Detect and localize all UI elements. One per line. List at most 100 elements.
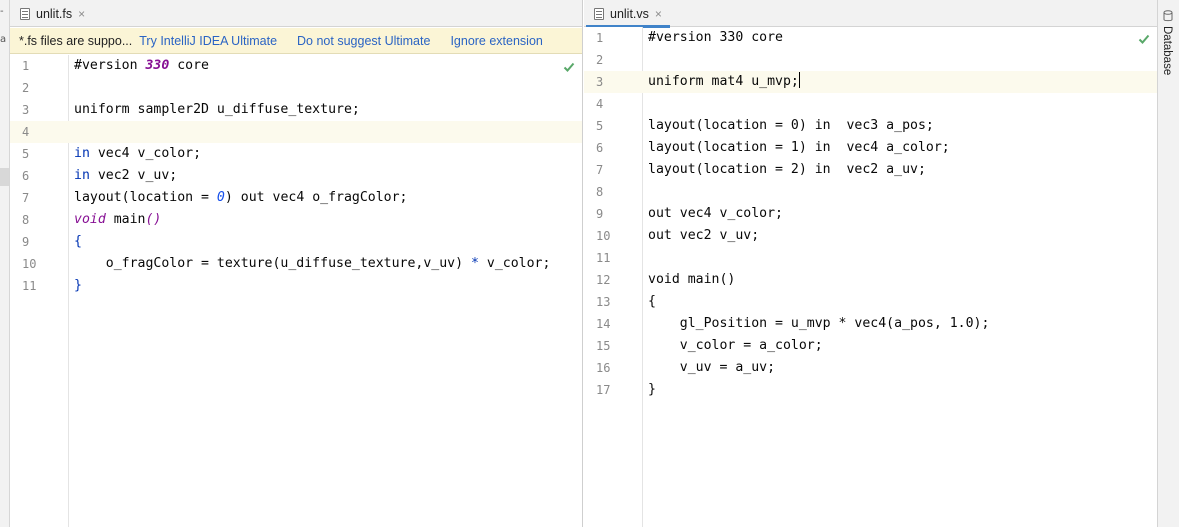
code-text: gl_Position = u_mvp * vec4(a_pos, 1.0); xyxy=(648,313,1157,335)
code-token: out vec4 v_color; xyxy=(648,206,783,221)
code-line[interactable]: 12 void main() xyxy=(584,269,1157,291)
line-number: 12 xyxy=(596,273,611,287)
code-text: out vec2 v_uv; xyxy=(648,225,1157,247)
code-token: v_color; xyxy=(478,256,551,271)
code-text: in vec4 v_color; xyxy=(74,143,582,165)
code-token: void xyxy=(74,212,106,227)
code-line[interactable]: 16 v_uv = a_uv; xyxy=(584,357,1157,379)
code-text: void main() xyxy=(74,209,582,231)
code-line[interactable]: 9{ xyxy=(10,231,582,253)
line-number: 4 xyxy=(596,97,604,111)
code-line[interactable]: 4 xyxy=(584,93,1157,115)
code-token: gl_Position = u_mvp * vec4(a_pos, 1.0); xyxy=(648,316,990,331)
editor-pane-left: unlit.fs × *.fs files are suppo... Try I… xyxy=(10,0,583,527)
line-number: 8 xyxy=(22,213,30,227)
line-number: 7 xyxy=(596,163,604,177)
line-number: 3 xyxy=(596,75,604,89)
left-strip-glyph-2: a xyxy=(0,34,7,45)
code-editor-right[interactable]: 1 #version 330 core 2 3 uniform mat4 u_mvp; 4… xyxy=(584,27,1157,527)
code-line[interactable]: 10 o_fragColor = texture(u_diffuse_textu… xyxy=(10,253,582,275)
try-ultimate-link[interactable]: Try IntelliJ IDEA Ultimate xyxy=(139,34,277,48)
tab-unlit-vs[interactable]: unlit.vs × xyxy=(586,0,670,28)
code-text: v_color = a_color; xyxy=(648,335,1157,357)
code-token: v_color = a_color; xyxy=(648,338,823,353)
code-line[interactable]: 2 xyxy=(584,49,1157,71)
line-number: 14 xyxy=(596,317,611,331)
code-line[interactable]: 5 layout(location = 0) in vec3 a_pos; xyxy=(584,115,1157,137)
line-number: 17 xyxy=(596,383,611,397)
checkmark-icon[interactable] xyxy=(1138,33,1150,45)
code-line[interactable]: 8 void main() xyxy=(10,209,582,231)
code-line[interactable]: 14 gl_Position = u_mvp * vec4(a_pos, 1.0… xyxy=(584,313,1157,335)
code-line[interactable]: 6 layout(location = 1) in vec4 a_color; xyxy=(584,137,1157,159)
line-number: 15 xyxy=(596,339,611,353)
line-number: 11 xyxy=(596,251,611,265)
code-token: () xyxy=(145,212,162,227)
code-line[interactable]: 6 in vec2 v_uv; xyxy=(10,165,582,187)
code-token: #version 330 core xyxy=(648,30,783,45)
code-token: in xyxy=(74,168,90,183)
code-text: v_uv = a_uv; xyxy=(648,357,1157,379)
code-token: v_uv = a_uv; xyxy=(648,360,776,375)
code-line[interactable]: 5 in vec4 v_color; xyxy=(10,143,582,165)
code-token: layout(location = 2) in vec2 a_uv; xyxy=(648,162,926,177)
code-line[interactable]: 11 xyxy=(584,247,1157,269)
plugin-suggestion-banner: *.fs files are suppo... Try IntelliJ IDE… xyxy=(10,28,582,54)
code-token: uniform sampler2D u_diffuse_texture; xyxy=(74,102,360,117)
close-icon[interactable]: × xyxy=(655,8,662,20)
code-text: layout(location = 0) in vec3 a_pos; xyxy=(648,115,1157,137)
code-token: } xyxy=(648,382,656,397)
line-number: 9 xyxy=(22,235,30,249)
code-editor-left[interactable]: 1 #version 330 core 2 3 uniform sampler2D u_… xyxy=(10,55,582,527)
line-number: 2 xyxy=(596,53,604,67)
code-line[interactable]: 7 layout(location = 0) out vec4 o_fragCol… xyxy=(10,187,582,209)
code-line[interactable]: 8 xyxy=(584,181,1157,203)
tab-unlit-fs[interactable]: unlit.fs × xyxy=(12,0,93,27)
code-text: layout(location = 2) in vec2 a_uv; xyxy=(648,159,1157,181)
code-line[interactable]: 10 out vec2 v_uv; xyxy=(584,225,1157,247)
code-line[interactable]: 7 layout(location = 2) in vec2 a_uv; xyxy=(584,159,1157,181)
code-token: ) out vec4 o_fragColor; xyxy=(224,190,408,205)
code-line[interactable]: 13 { xyxy=(584,291,1157,313)
code-token: { xyxy=(74,234,82,249)
code-text: #version 330 core xyxy=(648,27,1157,49)
code-token: * xyxy=(470,256,479,271)
do-not-suggest-link[interactable]: Do not suggest Ultimate xyxy=(297,34,430,48)
line-number: 16 xyxy=(596,361,611,375)
line-number: 9 xyxy=(596,207,604,221)
code-line[interactable]: 11} xyxy=(10,275,582,297)
tab-bar-right: unlit.vs × xyxy=(584,0,1157,28)
database-icon xyxy=(1163,10,1173,22)
banner-message: *.fs files are suppo... xyxy=(19,33,133,48)
code-line[interactable]: 2 xyxy=(10,77,582,99)
code-text: out vec4 v_color; xyxy=(648,203,1157,225)
code-line[interactable]: 3 uniform sampler2D u_diffuse_texture; xyxy=(10,99,582,121)
code-line[interactable]: 9 out vec4 v_color; xyxy=(584,203,1157,225)
code-token: o_fragColor = texture(u_diffuse_texture,… xyxy=(74,256,471,271)
code-line[interactable]: 1 #version 330 core xyxy=(10,55,582,77)
code-line[interactable]: 4 xyxy=(10,121,582,143)
checkmark-icon[interactable] xyxy=(563,61,575,73)
code-line[interactable]: 17} xyxy=(584,379,1157,401)
code-token: core xyxy=(169,58,209,73)
code-token: main xyxy=(105,212,146,227)
code-line[interactable]: 15 v_color = a_color; xyxy=(584,335,1157,357)
database-label: Database xyxy=(1161,26,1173,76)
code-text: void main() xyxy=(648,269,1157,291)
code-token: vec2 v_uv; xyxy=(89,168,178,183)
file-icon xyxy=(594,7,604,20)
line-number: 3 xyxy=(22,103,30,117)
close-icon[interactable]: × xyxy=(78,8,85,20)
code-token: #version xyxy=(74,58,146,73)
code-line[interactable]: 3 uniform mat4 u_mvp; xyxy=(584,71,1157,93)
code-token: in xyxy=(74,146,90,161)
line-number: 8 xyxy=(596,185,604,199)
code-text: } xyxy=(74,275,582,297)
scroll-marker[interactable] xyxy=(0,168,9,186)
ignore-extension-link[interactable]: Ignore extension xyxy=(450,34,542,48)
line-number: 5 xyxy=(596,119,604,133)
code-line[interactable]: 1 #version 330 core xyxy=(584,27,1157,49)
